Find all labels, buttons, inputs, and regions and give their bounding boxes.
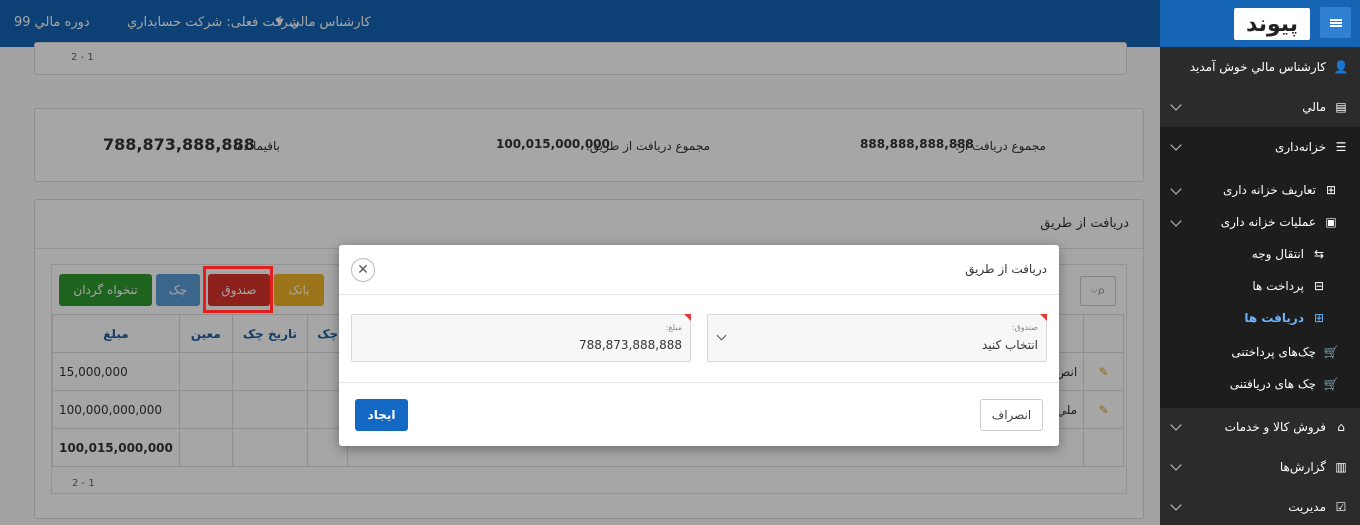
sidebar: 👤 کارشناس مالي خوش آمديد ▤ مالي ☰ خزانه‌… <box>1160 47 1360 525</box>
amount-field[interactable]: مبلغ: 788,873,888,888 <box>351 314 691 362</box>
user-icon: 👤 <box>1333 60 1349 74</box>
minus-box-icon: ⊟ <box>1313 279 1325 293</box>
amount-label: مبلغ: <box>665 323 682 332</box>
calculator-icon: ▤ <box>1335 100 1347 114</box>
sidebar-item-treasury-definitions[interactable]: ⊞ تعاریف خزانه داری <box>1160 174 1360 206</box>
required-marker <box>684 314 691 321</box>
modal-footer-divider <box>339 382 1059 383</box>
annotation-highlight-box <box>203 266 273 313</box>
amount-value: 788,873,888,888 <box>578 338 682 352</box>
basket-icon: ⌂ <box>1337 420 1345 434</box>
sidebar-item-receipts[interactable]: ⊞ دریافت ها <box>1160 302 1360 334</box>
cart-out-icon: 🛒 <box>1323 345 1339 359</box>
receive-via-modal: دریافت از طریق ✕ صندوق: انتخاب کنید مبلغ… <box>339 245 1059 446</box>
modal-header-divider <box>339 294 1059 295</box>
cancel-button[interactable]: انصراف <box>980 399 1043 431</box>
checkbox-icon: ☑ <box>1335 500 1347 514</box>
money-icon: ▣ <box>1325 215 1337 229</box>
chevron-down-icon <box>1170 139 1182 151</box>
chevron-down-icon <box>1170 215 1182 227</box>
chevron-down-icon <box>1170 419 1182 431</box>
chevron-down-icon <box>1170 499 1182 511</box>
sidebar-item-payable-checks[interactable]: 🛒 چک‌های پرداختنی <box>1160 336 1360 368</box>
required-marker <box>1040 314 1047 321</box>
sidebar-item-management[interactable]: ☑ مدیریت <box>1160 487 1360 525</box>
sidebar-item-fund-transfer[interactable]: ⇆ انتقال وجه <box>1160 238 1360 270</box>
transfer-icon: ⇆ <box>1313 247 1325 261</box>
sidebar-item-reports[interactable]: ▥ گزارش‌ها <box>1160 447 1360 487</box>
cashbox-select[interactable]: صندوق: انتخاب کنید <box>707 314 1047 362</box>
sidebar-welcome: 👤 کارشناس مالي خوش آمديد <box>1189 60 1349 74</box>
plus-box-icon: ⊞ <box>1313 311 1325 325</box>
hamburger-menu-icon[interactable] <box>1320 7 1351 38</box>
chevron-down-icon <box>1170 459 1182 471</box>
sidebar-item-finance[interactable]: ▤ مالي <box>1160 87 1360 127</box>
chevron-down-icon <box>1170 99 1182 111</box>
cashbox-label: صندوق: <box>1011 323 1038 332</box>
close-icon[interactable]: ✕ <box>351 258 375 282</box>
cashbox-value: انتخاب کنید <box>981 338 1038 352</box>
sidebar-item-sales[interactable]: ⌂ فروش کالا و خدمات <box>1160 407 1360 447</box>
sidebar-item-payments[interactable]: ⊟ پرداخت ها <box>1160 270 1360 302</box>
sidebar-item-receivable-checks[interactable]: 🛒 چک های دریافتنی <box>1160 368 1360 400</box>
logo[interactable]: پیوند <box>1234 8 1310 40</box>
chevron-down-icon <box>1170 183 1182 195</box>
sidebar-item-treasury[interactable]: ☰ خزانه‌داری <box>1160 127 1360 167</box>
grid-icon: ⊞ <box>1325 183 1337 197</box>
sidebar-item-treasury-operations[interactable]: ▣ عملیات خزانه داری <box>1160 206 1360 238</box>
modal-backdrop-top <box>0 0 1160 47</box>
chevron-down-icon <box>716 330 727 341</box>
checklist-icon: ☰ <box>1335 140 1347 154</box>
create-button[interactable]: ایجاد <box>355 399 408 431</box>
cart-in-icon: 🛒 <box>1323 377 1339 391</box>
modal-title: دریافت از طریق <box>965 262 1047 276</box>
report-icon: ▥ <box>1335 460 1347 474</box>
